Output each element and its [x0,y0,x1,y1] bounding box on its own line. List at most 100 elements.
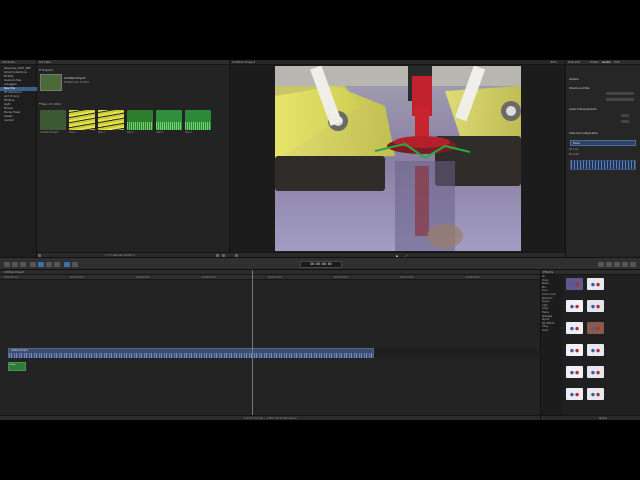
effect-thumbnail[interactable] [587,344,604,356]
timecode-display[interactable]: 00:00:00:00 [300,261,342,268]
timeline[interactable]: Untitled Project 00:00:00:00 00:00:05:00 0… [0,270,540,420]
disclosure-triangle-icon[interactable] [39,103,41,105]
clip-thumbnail[interactable] [127,110,153,130]
playhead[interactable] [252,270,253,420]
ruler-tick: 00:00:15:00 [202,275,216,279]
clip-thumbnail[interactable] [98,110,124,130]
ruler-tick: 00:00:30:00 [400,275,414,279]
enhance-toggle[interactable] [621,114,629,117]
clip-item[interactable]: Clip 6 [185,110,211,134]
clip-caption: Clip 2 [69,131,76,134]
clip-row: Untitled Project Clip 2 Clip 3 Clip 4 Clip 5… [40,110,230,140]
clip-item[interactable]: Clip 4 [127,110,153,134]
channel-config-section[interactable]: Channel Configuration [569,132,598,135]
effect-thumbnail[interactable] [566,322,583,334]
clip-thumbnail[interactable] [40,110,66,130]
tab-info[interactable]: Info [614,60,620,64]
effect-thumbnail[interactable] [587,388,604,400]
viewer-zoom[interactable]: 50% [550,60,557,64]
titles-button[interactable] [622,262,628,267]
tab-audio[interactable]: Audio [602,60,611,64]
pan-slider[interactable] [606,98,634,101]
date-group-label[interactable]: Nov 13, 2014 [39,102,61,106]
effects-browser-button[interactable] [606,262,612,267]
track-2-label: Ch 2 (R) [569,153,579,156]
volume-section[interactable]: Volume [569,78,579,81]
effect-thumbnail[interactable] [566,278,583,290]
timeline-toolbar: 00:00:00:00 [0,257,640,270]
ruler-tick: 00:00:20:00 [268,275,282,279]
disclosure-triangle-icon[interactable] [39,69,41,71]
volume-pan-section[interactable]: Volume and Pan [569,87,590,90]
effects-category[interactable]: Audio [541,329,563,333]
match-toggle[interactable] [621,120,629,123]
effects-footer: Stylize [541,415,640,420]
clip-item[interactable]: Clip 3 [98,110,124,134]
clip-thumbnail[interactable] [156,110,182,130]
effect-thumbnail[interactable] [566,388,583,400]
ruler-tick: 00:00:10:00 [136,275,150,279]
effect-thumbnail[interactable] [566,344,583,356]
clip-thumbnail[interactable] [185,110,211,130]
clip-caption: Clip 6 [185,131,192,134]
inspector-title: Clip Info [568,60,581,64]
back-button[interactable] [12,262,18,267]
audio-waveform [570,160,636,170]
ruler-tick: 00:00:05:00 [70,275,84,279]
browser-header: All Clips [37,60,229,65]
timeline-footer: 0:00:21:19 total — 1080p HD 23.98p Stere… [0,415,540,420]
project-thumbnail[interactable] [40,74,62,91]
library-list: Pequenas_2007_PEP Smart Collections Bt Mir… [0,67,37,123]
effect-thumbnail[interactable] [566,300,583,312]
clip-thumbnail[interactable] [69,110,95,130]
connect-button[interactable] [30,262,36,267]
effects-search-field[interactable]: Stylize [599,417,607,420]
project-name: Untitled Project [64,76,86,80]
tab-video[interactable]: Video [590,60,598,64]
append-button[interactable] [46,262,52,267]
media-browser-button[interactable] [598,262,604,267]
effect-thumbnail[interactable] [566,366,583,378]
timeline-title: Untitled Project [4,271,24,274]
effect-thumbnail[interactable] [587,366,604,378]
clip-item[interactable]: Untitled Project [40,110,66,134]
video-image [275,66,521,251]
video-frame[interactable] [275,66,521,251]
audio-enhancements-section[interactable]: Audio Enhancements [569,108,597,111]
insert-button[interactable] [38,262,44,267]
clip-item[interactable]: Clip 2 [69,110,95,134]
clip-caption: Clip 3 [98,131,105,134]
enhance-button[interactable] [72,262,78,267]
audio-clip[interactable]: Audio [8,362,26,371]
viewer-header: Untitled Project 50% [230,60,565,65]
track-1-label: Ch 1 (L) [569,148,579,151]
project-meta: Modified: Nov 13 2014 [64,81,89,84]
event-browser: All Clips Projects Untitled Project Modi… [37,60,230,257]
primary-storyline-clip[interactable]: Untitled Project [8,348,374,358]
effect-thumbnail[interactable] [587,322,604,334]
clip-item[interactable]: Clip 5 [156,110,182,134]
transitions-button[interactable] [614,262,620,267]
ruler-tick: 00:00:25:00 [334,275,348,279]
effect-thumbnail[interactable] [587,300,604,312]
timeline-gap [374,348,538,358]
volume-slider[interactable] [606,92,634,95]
clip-caption: Clip 5 [156,131,163,134]
effects-categories: All Video Basics Blur Color Comic Looks Distor… [541,275,563,415]
library-item[interactable]: random [0,119,37,123]
timeline-ruler[interactable]: 00:00:00:00 00:00:05:00 00:00:10:00 00:00:1… [0,275,540,280]
index-button[interactable] [4,262,10,267]
storyline-label: Untitled Project [11,349,28,352]
projects-group-label[interactable]: Projects [39,68,53,72]
audio-clip-label: Audio [10,364,16,366]
libraries-sidebar: Libraries Pequenas_2007_PEP Smart Collect… [0,60,37,257]
tool-select-button[interactable] [64,262,70,267]
viewer: Untitled Project 50% ▶ ⤢ [230,60,565,258]
effect-thumbnail[interactable] [587,278,604,290]
overwrite-button[interactable] [54,262,60,267]
inspector: Clip Info Video Audio Info Volume Volume… [565,60,640,257]
stereo-row[interactable]: Stereo [570,140,636,146]
generators-button[interactable] [630,262,636,267]
inspector-header: Clip Info Video Audio Info [566,60,640,65]
forward-button[interactable] [20,262,26,267]
